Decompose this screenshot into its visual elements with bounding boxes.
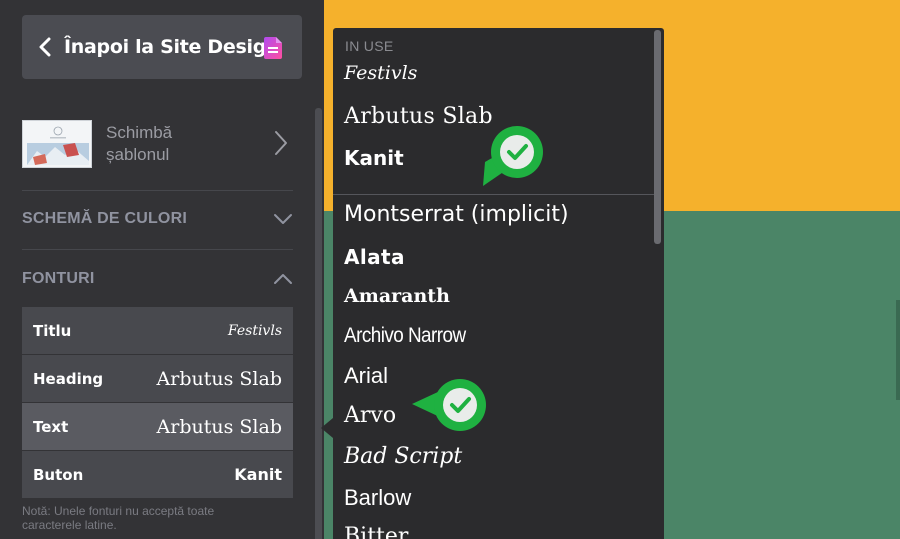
fonts-table: Titlu Festivls Heading Arbutus Slab Text…: [22, 307, 293, 499]
color-scheme-title: SCHEMĂ DE CULORI: [22, 210, 187, 227]
color-scheme-section-header[interactable]: SCHEMĂ DE CULORI: [22, 199, 293, 239]
back-to-site-design-button[interactable]: Înapoi la Site Design: [22, 15, 302, 79]
divider: [22, 249, 293, 250]
chevron-down-icon: [273, 210, 293, 229]
chevron-left-icon: [38, 36, 60, 58]
sidebar-scrollbar[interactable]: [315, 108, 322, 539]
font-option-in-use[interactable]: Arbutus Slab: [344, 104, 493, 129]
back-button-label: Înapoi la Site Design: [64, 36, 280, 58]
change-template-label: Schimbă șablonul: [106, 123, 173, 164]
template-thumbnail: [22, 120, 92, 168]
divider: [22, 190, 293, 191]
font-row-label: Text: [33, 417, 69, 436]
font-row-button[interactable]: Buton Kanit: [22, 451, 293, 498]
font-option[interactable]: Montserrat (implicit): [344, 202, 569, 227]
chevron-up-icon: [273, 270, 293, 289]
font-option[interactable]: Barlow: [344, 485, 411, 511]
font-option[interactable]: Archivo Narrow: [344, 324, 466, 348]
dropdown-scrollbar[interactable]: [654, 30, 661, 244]
font-row-value: Kanit: [234, 465, 282, 484]
font-row-label: Buton: [33, 465, 84, 484]
fonts-section-header[interactable]: FONTURI: [22, 259, 293, 299]
font-row-label: Titlu: [33, 321, 72, 340]
font-option-in-use[interactable]: Festivls: [344, 62, 417, 84]
document-icon: [264, 37, 282, 63]
font-row-value: Arbutus Slab: [156, 367, 282, 390]
font-row-label: Heading: [33, 369, 104, 388]
font-row-title[interactable]: Titlu Festivls: [22, 307, 293, 354]
check-marker-icon: [479, 124, 547, 194]
font-option[interactable]: Amaranth: [344, 285, 450, 307]
font-row-text[interactable]: Text Arbutus Slab: [22, 403, 293, 450]
dropdown-divider: [333, 194, 655, 195]
font-dropdown: IN USE Festivls Arbutus Slab Kanit Monts…: [333, 28, 664, 539]
font-option-in-use[interactable]: Kanit: [344, 146, 404, 170]
fonts-title: FONTURI: [22, 270, 95, 287]
preview-element: [896, 300, 900, 400]
font-row-heading[interactable]: Heading Arbutus Slab: [22, 355, 293, 402]
font-option[interactable]: Arvo: [344, 403, 396, 428]
in-use-label: IN USE: [345, 38, 394, 54]
font-option[interactable]: Arial: [344, 363, 388, 389]
check-marker-icon: [410, 377, 490, 437]
chevron-right-icon: [274, 130, 288, 160]
font-row-value: Festivls: [227, 322, 282, 339]
change-template-row[interactable]: Schimbă șablonul: [22, 112, 292, 176]
sidebar: Înapoi la Site Design Schimbă șablonul S…: [0, 0, 324, 539]
dropdown-pointer: [321, 418, 333, 438]
fonts-note: Notă: Unele fonturi nu acceptă toate car…: [22, 504, 215, 532]
font-option[interactable]: Bitter: [344, 524, 408, 539]
font-option[interactable]: Alata: [344, 245, 405, 269]
font-option[interactable]: Bad Script: [344, 444, 462, 469]
font-row-value: Arbutus Slab: [156, 415, 282, 438]
